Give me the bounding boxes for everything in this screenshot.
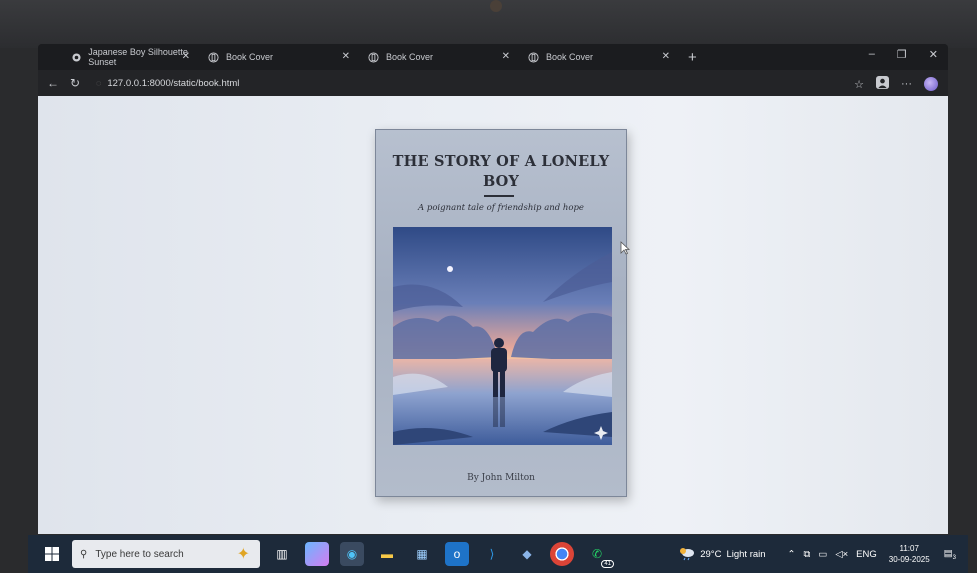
task-view-icon[interactable]: ▥: [270, 542, 294, 566]
file-explorer-icon[interactable]: ▬: [375, 542, 399, 566]
refresh-icon[interactable]: ↻: [70, 76, 84, 90]
notification-count: 3: [952, 554, 956, 561]
tab-japanese-boy[interactable]: Japanese Boy Silhouette Sunset ✕: [38, 44, 198, 70]
copilot-app-icon[interactable]: [305, 542, 329, 566]
close-tab-icon[interactable]: ✕: [662, 51, 670, 62]
weather-temp: 29°C: [700, 548, 722, 560]
book-cover: THE STORY OF A LONELY BOY A poignant tal…: [375, 129, 627, 497]
system-tray: 29°C Light rain ⌃ ⧉ ▭ ◁× ENG 11:07 30-09…: [679, 535, 956, 573]
profile-icon[interactable]: [876, 76, 889, 92]
sparkle-icon[interactable]: ✦: [237, 544, 250, 564]
window-controls: – ❐ ✕: [869, 48, 938, 61]
chevron-up-icon[interactable]: ⌃: [788, 549, 796, 560]
more-menu-icon[interactable]: ···: [901, 78, 912, 90]
search-icon: ⚲: [80, 548, 88, 560]
tab-title: Book Cover: [546, 52, 594, 62]
clock-date: 30-09-2025: [888, 555, 930, 564]
close-tab-icon[interactable]: ✕: [342, 51, 350, 62]
tab-book-cover-1[interactable]: Book Cover ✕: [198, 44, 358, 70]
page-viewport: THE STORY OF A LONELY BOY A poignant tal…: [38, 96, 948, 534]
title-divider: [484, 195, 514, 197]
speaker-mute-icon[interactable]: ◁×: [835, 549, 848, 560]
taskbar: ⚲ Type here to search ✦ ▥ ◉ ▬ ▦ o ⟩ ◆ ✆ 4…: [28, 535, 968, 573]
store-icon[interactable]: ▦: [410, 542, 434, 566]
start-button[interactable]: [34, 547, 70, 561]
tab-book-cover-2[interactable]: Book Cover ✕: [358, 44, 518, 70]
copilot-icon[interactable]: [924, 77, 938, 91]
windows-logo-icon: [45, 547, 59, 561]
page-favicon-icon: [208, 51, 219, 63]
restore-icon[interactable]: ❐: [897, 48, 907, 61]
clock-time: 11:07: [899, 544, 919, 553]
tab-strip: Japanese Boy Silhouette Sunset ✕ Book Co…: [38, 44, 948, 70]
close-window-icon[interactable]: ✕: [929, 48, 938, 61]
close-tab-icon[interactable]: ✕: [502, 51, 510, 62]
mouse-cursor-icon: [620, 241, 630, 255]
tab-title: Book Cover: [386, 52, 434, 62]
page-favicon-icon: [528, 51, 539, 63]
vscode-icon[interactable]: ⟩: [480, 542, 504, 566]
site-info-icon[interactable]: ◌: [96, 78, 101, 88]
notification-icon[interactable]: ▤3: [944, 548, 956, 561]
book-title: THE STORY OF A LONELY BOY: [392, 153, 610, 190]
address-bar: ← ↻ ◌ 127.0.0.1:8000/static/book.html ☆ …: [38, 70, 948, 96]
taskbar-search[interactable]: ⚲ Type here to search ✦: [72, 540, 260, 568]
image-favicon-icon: [72, 52, 81, 63]
whatsapp-icon[interactable]: ✆ 41: [585, 542, 614, 568]
screen-bezel: [0, 0, 977, 48]
close-tab-icon[interactable]: ✕: [182, 51, 190, 62]
pinned-apps: ▥ ◉ ▬ ▦ o ⟩ ◆ ✆ 41: [270, 542, 614, 568]
outlook-icon[interactable]: o: [445, 542, 469, 566]
book-author: By John Milton: [467, 473, 535, 483]
tab-title: Book Cover: [226, 52, 274, 62]
cover-illustration: [393, 227, 612, 445]
rain-cloud-icon: [680, 548, 695, 561]
browser-window: Japanese Boy Silhouette Sunset ✕ Book Co…: [38, 44, 948, 534]
weather-desc: Light rain: [726, 548, 766, 560]
book-subtitle: A poignant tale of friendship and hope: [418, 203, 584, 213]
weather-widget[interactable]: 29°C Light rain: [679, 547, 766, 561]
toolbar-right: ☆ ···: [854, 76, 938, 92]
url-field[interactable]: 127.0.0.1:8000/static/book.html: [107, 78, 239, 89]
back-arrow-icon[interactable]: ←: [47, 76, 61, 90]
whatsapp-badge: 41: [601, 560, 614, 568]
camera-tray-icon[interactable]: ⧉: [804, 549, 811, 560]
edge-browser-icon[interactable]: ◉: [340, 542, 364, 566]
search-placeholder: Type here to search: [95, 548, 184, 560]
chrome-icon[interactable]: [550, 542, 574, 566]
tab-book-cover-3[interactable]: Book Cover ✕: [518, 44, 678, 70]
language-indicator[interactable]: ENG: [856, 549, 877, 560]
app-icon[interactable]: ◆: [515, 542, 539, 566]
new-tab-button[interactable]: +: [688, 49, 697, 66]
page-favicon-icon: [368, 51, 379, 63]
battery-icon[interactable]: ▭: [818, 549, 827, 560]
webcam: [490, 0, 502, 12]
minimize-icon[interactable]: –: [869, 48, 875, 61]
favorites-icon[interactable]: ☆: [854, 78, 864, 91]
clock[interactable]: 11:07 30-09-2025: [889, 543, 930, 565]
